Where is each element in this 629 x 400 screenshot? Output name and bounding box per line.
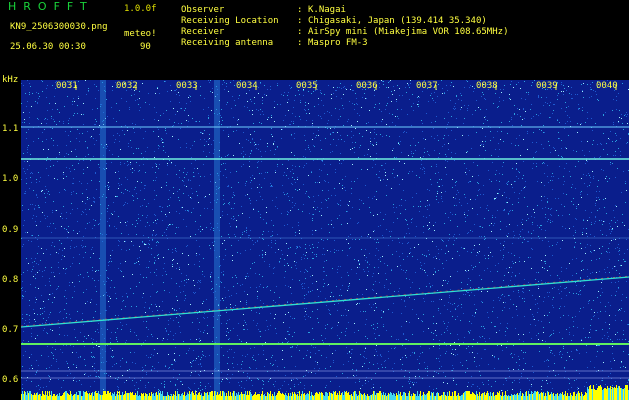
- x-tick-label: 0033: [176, 81, 198, 91]
- x-tick-label: 0036: [356, 81, 378, 91]
- x-tick-label: 0034: [236, 81, 258, 91]
- y-tick-label: 0.8: [2, 275, 19, 285]
- y-tick-label: 0.7: [2, 325, 19, 335]
- app-title: HROFFT: [8, 0, 94, 13]
- vertical-band: [100, 80, 106, 400]
- x-tick-label: 0031: [56, 81, 78, 91]
- date-time: 25.06.30 00:30: [10, 42, 86, 52]
- info-separator: :: [297, 16, 303, 26]
- y-axis-unit: kHz: [2, 75, 19, 85]
- vertical-band: [214, 80, 220, 400]
- x-tick-label: 0039: [536, 81, 558, 91]
- waterfall-spectrogram: [21, 80, 629, 400]
- y-tick-label: 1.0: [2, 174, 19, 184]
- info-value-observer: K.Nagai: [308, 5, 346, 15]
- info-value-receiver: AirSpy mini (Miakejima VOR 108.65MHz): [308, 27, 509, 37]
- y-tick-label: 1.1: [2, 124, 19, 134]
- info-label-location: Receiving Location: [181, 16, 279, 26]
- y-tick-label: 0.6: [2, 375, 19, 385]
- info-separator: :: [297, 27, 303, 37]
- file-name: KN9_2506300030.png: [10, 22, 108, 32]
- x-tick-label: 0038: [476, 81, 498, 91]
- x-tick-label: 0037: [416, 81, 438, 91]
- info-separator: :: [297, 38, 303, 48]
- info-value-antenna: Maspro FM-3: [308, 38, 368, 48]
- x-tick-label: 0040: [596, 81, 618, 91]
- source-label: meteo!: [124, 29, 157, 39]
- info-label-observer: Observer: [181, 5, 225, 15]
- y-tick-label: 0.9: [2, 225, 19, 235]
- info-label-antenna: Receiving antenna: [181, 38, 274, 48]
- x-tick-label: 0035: [296, 81, 318, 91]
- app-version: 1.0.0f: [124, 4, 157, 14]
- info-value-location: Chigasaki, Japan (139.414 35.340): [308, 16, 487, 26]
- info-label-receiver: Receiver: [181, 27, 225, 37]
- info-separator: :: [297, 5, 303, 15]
- x-tick-label: 0032: [116, 81, 138, 91]
- value-readout: 90: [140, 42, 151, 52]
